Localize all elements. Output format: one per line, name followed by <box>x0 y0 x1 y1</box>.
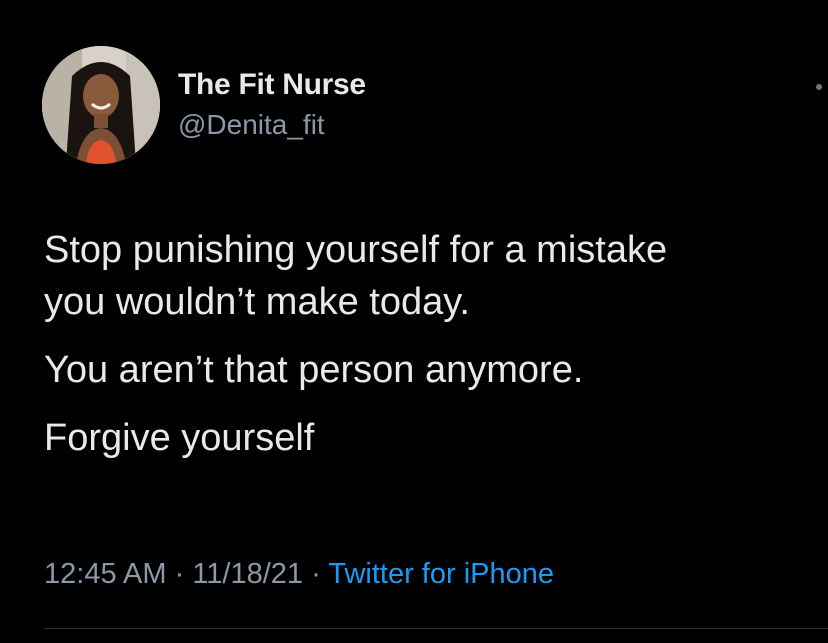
divider <box>44 628 828 629</box>
tweet-source-link[interactable]: Twitter for iPhone <box>328 558 554 590</box>
tweet-paragraph: Stop punishing yourself for a mistake you… <box>44 224 828 328</box>
tweet-paragraph: You aren’t that person anymore. <box>44 349 584 391</box>
more-options-icon[interactable] <box>816 84 822 90</box>
meta-separator: · <box>174 558 185 590</box>
tweet-meta: 12:45 AM · 11/18/21 · Twitter for iPhone <box>44 556 554 592</box>
author-info: The Fit Nurse @Denita_fit <box>178 68 366 142</box>
author-handle[interactable]: @Denita_fit <box>178 108 366 142</box>
tweet-line: you wouldn’t make today. <box>44 281 470 323</box>
tweet-time[interactable]: 12:45 AM <box>44 558 167 590</box>
tweet-text: Stop punishing yourself for a mistake you… <box>44 224 828 480</box>
avatar-photo-icon <box>42 46 160 164</box>
author-avatar[interactable] <box>42 46 160 164</box>
author-display-name[interactable]: The Fit Nurse <box>178 68 366 102</box>
meta-separator: · <box>311 558 321 590</box>
tweet-card: The Fit Nurse @Denita_fit Stop punishing… <box>0 0 828 643</box>
tweet-paragraph: Forgive yourself <box>44 417 315 459</box>
tweet-date[interactable]: 11/18/21 <box>192 558 303 590</box>
tweet-line: Stop punishing yourself for a mistake <box>44 229 668 271</box>
